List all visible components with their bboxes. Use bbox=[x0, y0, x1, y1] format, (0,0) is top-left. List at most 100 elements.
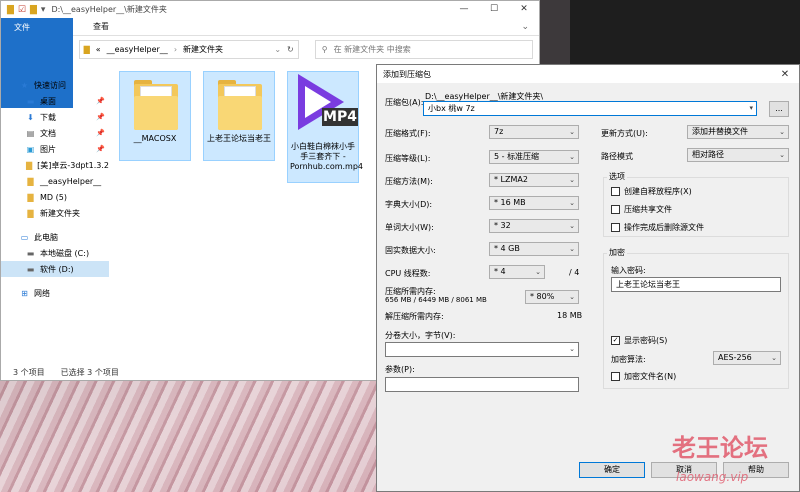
sidebar-item-folder[interactable]: ▇ MD (5) bbox=[1, 189, 109, 205]
sidebar-item-folder[interactable]: ▇ __easyHelper__ bbox=[1, 173, 109, 189]
encryption-title: 加密 bbox=[607, 247, 627, 258]
dictionary-value: * 16 MB bbox=[494, 198, 526, 207]
chevron-down-icon[interactable]: ⌄ bbox=[274, 45, 281, 54]
method-select[interactable]: * LZMA2 ⌄ bbox=[489, 173, 579, 187]
sidebar-item-pictures[interactable]: ▣ 图片 📌 bbox=[1, 141, 109, 157]
encrypt-names-checkbox[interactable]: 加密文件名(N) bbox=[611, 371, 676, 382]
parameters-field[interactable] bbox=[385, 377, 579, 392]
level-label: 压缩等级(L): bbox=[385, 154, 431, 163]
close-button[interactable]: ✕ bbox=[509, 1, 539, 18]
sidebar-item-network[interactable]: ⊞ 网络 bbox=[1, 285, 109, 301]
chevron-down-icon: ⌄ bbox=[771, 354, 777, 362]
address-overflow[interactable]: « bbox=[96, 45, 101, 54]
breadcrumb-item[interactable]: __easyHelper__ bbox=[107, 45, 168, 54]
format-select[interactable]: 7z ⌄ bbox=[489, 125, 579, 139]
item-count: 3 个项目 bbox=[13, 367, 45, 377]
navigation-pane: ★ 快速访问 ▬ 桌面 📌 ⬇ 下载 📌 ▤ 文档 📌 ▣ 图片 📌 ▇ [美]… bbox=[1, 65, 109, 364]
properties-icon[interactable]: ☑ bbox=[18, 5, 26, 15]
path-mode-select[interactable]: 相对路径 ⌄ bbox=[687, 148, 789, 162]
dialog-title: 添加到压缩包 bbox=[383, 69, 431, 79]
ok-button[interactable]: 确定 bbox=[579, 462, 645, 478]
sidebar-item-this-pc[interactable]: ▭ 此电脑 bbox=[1, 229, 109, 245]
password-value: 上老王论坛当老王 bbox=[616, 280, 680, 289]
sidebar-item-downloads[interactable]: ⬇ 下载 📌 bbox=[1, 109, 109, 125]
pin-icon: 📌 bbox=[96, 145, 105, 153]
archive-name-field[interactable]: 小bx 桃w 7z ▾ bbox=[423, 101, 757, 116]
cpu-threads-select[interactable]: * 4 ⌄ bbox=[489, 265, 545, 279]
dialog-titlebar: 添加到压缩包 ✕ bbox=[377, 65, 799, 83]
maximize-button[interactable]: ☐ bbox=[479, 1, 509, 18]
path-mode-label: 路径模式 bbox=[601, 152, 633, 161]
file-item-folder[interactable]: 上老王论坛当老王 bbox=[203, 71, 275, 161]
background-fabric bbox=[0, 380, 380, 492]
sidebar-item-drive-d[interactable]: ▬ 软件 (D:) bbox=[1, 261, 109, 277]
memory-usage-select[interactable]: * 80% ⌄ bbox=[525, 290, 579, 304]
chevron-down-icon: ⌄ bbox=[569, 293, 575, 301]
minimize-button[interactable]: — bbox=[449, 1, 479, 18]
close-icon[interactable]: ✕ bbox=[771, 69, 799, 80]
level-select[interactable]: 5 - 标准压缩 ⌄ bbox=[489, 150, 579, 164]
chevron-down-icon: ⌄ bbox=[569, 199, 575, 207]
folder-icon: ▇ bbox=[27, 176, 34, 186]
password-field[interactable]: 上老王论坛当老王 bbox=[611, 277, 781, 292]
chevron-down-icon: ⌄ bbox=[569, 345, 575, 353]
refresh-icon[interactable]: ↻ bbox=[287, 45, 294, 54]
solid-block-label: 固实数据大小: bbox=[385, 246, 436, 255]
sidebar-item-label: 软件 (D:) bbox=[40, 264, 74, 274]
star-icon: ★ bbox=[20, 80, 29, 90]
solid-block-value: * 4 GB bbox=[494, 244, 520, 253]
file-item-video[interactable]: MP4 小白鞋白棉袜小手手三套齐下 - Pornhub.com.mp4 bbox=[287, 71, 364, 183]
delete-after-label: 操作完成后删除源文件 bbox=[624, 223, 704, 232]
sidebar-item-folder[interactable]: ▇ 新建文件夹 bbox=[1, 205, 109, 221]
sidebar-item-quick-access[interactable]: ★ 快速访问 bbox=[1, 77, 109, 93]
sidebar-item-drive-c[interactable]: ▬ 本地磁盘 (C:) bbox=[1, 245, 109, 261]
search-placeholder: 在 新建文件夹 中搜索 bbox=[333, 45, 411, 54]
sidebar-item-documents[interactable]: ▤ 文档 📌 bbox=[1, 125, 109, 141]
shared-files-checkbox[interactable]: 压缩共享文件 bbox=[611, 204, 672, 215]
dictionary-select[interactable]: * 16 MB ⌄ bbox=[489, 196, 579, 210]
split-volume-field[interactable]: ⌄ bbox=[385, 342, 579, 357]
chevron-down-icon: ⌄ bbox=[569, 245, 575, 253]
breadcrumb-separator-icon[interactable]: › bbox=[174, 45, 177, 54]
cpu-threads-value: * 4 bbox=[494, 267, 506, 276]
folder-icon[interactable]: ▇ bbox=[7, 5, 14, 15]
sidebar-item-label: 图片 bbox=[40, 144, 56, 154]
file-name: __MACOSX bbox=[133, 134, 177, 143]
word-size-value: * 32 bbox=[494, 221, 511, 230]
new-folder-icon[interactable]: ▇ bbox=[30, 5, 37, 15]
search-input[interactable]: ⚲ 在 新建文件夹 中搜索 bbox=[314, 40, 533, 59]
sidebar-item-label: [美]卓云-3dpt1.3.2 bbox=[37, 160, 109, 170]
sfx-checkbox[interactable]: 创建自释放程序(X) bbox=[611, 186, 692, 197]
breadcrumb-item[interactable]: 新建文件夹 bbox=[183, 44, 223, 55]
chevron-down-icon: ⌄ bbox=[569, 176, 575, 184]
browse-button[interactable]: ... bbox=[769, 101, 789, 117]
sidebar-item-folder[interactable]: ▇ [美]卓云-3dpt1.3.2 bbox=[1, 157, 109, 173]
file-item-folder[interactable]: __MACOSX bbox=[119, 71, 191, 161]
encryption-method-select[interactable]: AES-256 ⌄ bbox=[713, 351, 781, 365]
folder-icon: ▇ bbox=[27, 208, 34, 218]
selected-count: 已选择 3 个项目 bbox=[60, 367, 119, 377]
checkbox-checked: ✓ bbox=[611, 336, 620, 345]
address-bar[interactable]: ▇ « __easyHelper__ › 新建文件夹 ⌄ ↻ bbox=[78, 40, 299, 59]
update-mode-select[interactable]: 添加并替换文件 ⌄ bbox=[687, 125, 789, 139]
folder-icon: ▇ bbox=[25, 160, 33, 170]
delete-after-checkbox[interactable]: 操作完成后删除源文件 bbox=[611, 222, 704, 233]
tab-view[interactable]: 查看 bbox=[81, 18, 121, 35]
mp4-video-icon: MP4 bbox=[296, 74, 358, 136]
file-name: 小白鞋白棉袜小手手三套齐下 - Pornhub.com.mp4 bbox=[290, 142, 364, 171]
format-label: 压缩格式(F): bbox=[385, 129, 431, 138]
sidebar-item-label: 文档 bbox=[40, 128, 56, 138]
search-icon: ⚲ bbox=[321, 45, 328, 54]
chevron-down-icon: ⌄ bbox=[535, 268, 541, 276]
word-size-select[interactable]: * 32 ⌄ bbox=[489, 219, 579, 233]
sidebar-item-label: __easyHelper__ bbox=[40, 176, 102, 186]
solid-block-select[interactable]: * 4 GB ⌄ bbox=[489, 242, 579, 256]
mp4-badge: MP4 bbox=[322, 108, 358, 126]
show-password-checkbox[interactable]: ✓ 显示密码(S) bbox=[611, 335, 667, 346]
options-title: 选项 bbox=[607, 171, 627, 182]
document-icon: ▤ bbox=[26, 128, 35, 138]
chevron-down-icon[interactable]: ⌄ bbox=[511, 18, 539, 35]
chevron-down-icon[interactable]: ▾ bbox=[749, 102, 753, 115]
sidebar-item-desktop[interactable]: ▬ 桌面 📌 bbox=[1, 93, 109, 109]
customize-toolbar-icon[interactable]: ▾ bbox=[41, 5, 46, 15]
